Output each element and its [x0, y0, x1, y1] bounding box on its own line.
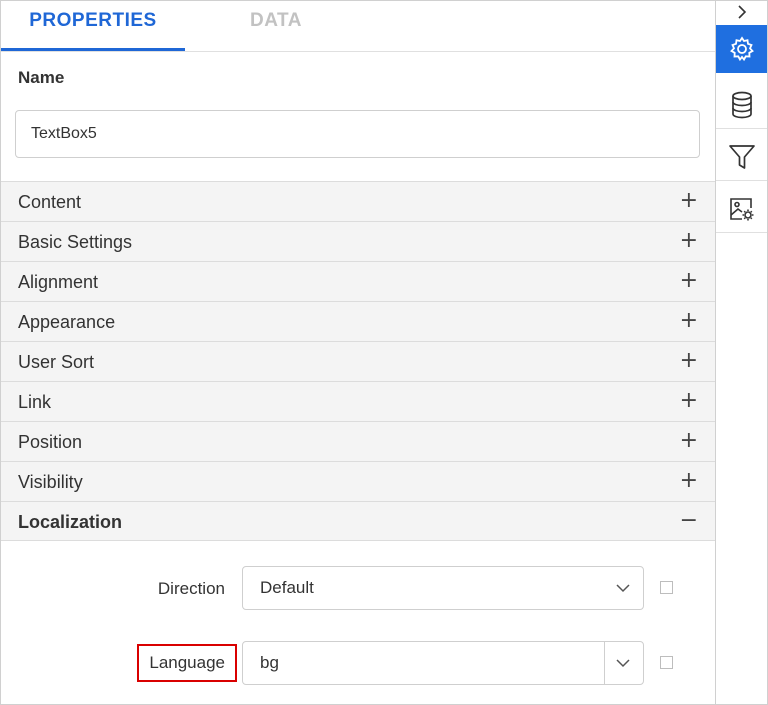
direction-label: Direction: [157, 579, 225, 598]
collapse-panel-button[interactable]: [716, 1, 767, 25]
filter-icon: [729, 144, 755, 169]
chevron-down-icon[interactable]: [615, 655, 631, 671]
name-section: Name TextBox5: [1, 52, 715, 181]
category-localization[interactable]: Localization −: [1, 501, 715, 541]
expand-plus-icon[interactable]: +: [680, 302, 698, 340]
category-label: Visibility: [18, 472, 83, 492]
category-label: Position: [18, 432, 83, 452]
category-visibility[interactable]: Visibility +: [1, 461, 715, 501]
database-icon: [732, 91, 752, 118]
category-label: Appearance: [18, 312, 116, 332]
category-label: Link: [18, 392, 52, 412]
category-position[interactable]: Position +: [1, 421, 715, 461]
category-label: Content: [18, 192, 82, 212]
name-input[interactable]: TextBox5: [15, 110, 700, 158]
expand-plus-icon[interactable]: +: [680, 222, 698, 260]
language-row: Language bg: [1, 641, 715, 689]
category-alignment[interactable]: Alignment +: [1, 261, 715, 301]
tab-properties[interactable]: PROPERTIES: [1, 1, 185, 51]
name-label: Name: [18, 68, 65, 87]
right-toolbar: [715, 1, 767, 704]
language-checkbox[interactable]: [660, 656, 673, 669]
language-combobox[interactable]: bg: [242, 641, 644, 685]
properties-settings-button[interactable]: [716, 25, 767, 73]
direction-row: Direction Default: [1, 566, 715, 614]
chevron-right-icon: [738, 5, 747, 19]
gear-icon: [730, 36, 754, 62]
category-appearance[interactable]: Appearance +: [1, 301, 715, 341]
category-user-sort[interactable]: User Sort +: [1, 341, 715, 381]
expand-plus-icon[interactable]: +: [680, 262, 698, 300]
filter-button[interactable]: [716, 133, 767, 181]
panel-tabs: PROPERTIES DATA: [1, 1, 715, 52]
properties-window: PROPERTIES DATA Name TextBox5 Content + …: [0, 0, 768, 705]
property-categories: Content + Basic Settings + Alignment + A…: [1, 181, 715, 541]
image-settings-button[interactable]: [716, 185, 767, 233]
collapse-minus-icon[interactable]: −: [680, 502, 698, 540]
expand-plus-icon[interactable]: +: [680, 462, 698, 500]
language-label: Language: [137, 644, 237, 682]
category-content[interactable]: Content +: [1, 181, 715, 221]
image-settings-icon: [730, 197, 754, 220]
category-link[interactable]: Link +: [1, 381, 715, 421]
expand-plus-icon[interactable]: +: [680, 422, 698, 460]
chevron-down-icon: [616, 584, 630, 593]
properties-panel: PROPERTIES DATA Name TextBox5 Content + …: [1, 1, 715, 704]
category-label: Basic Settings: [18, 232, 133, 252]
expand-plus-icon[interactable]: +: [680, 342, 698, 380]
category-label: Alignment: [18, 272, 99, 292]
expand-plus-icon[interactable]: +: [680, 182, 698, 220]
language-value[interactable]: bg: [260, 642, 279, 684]
category-basic-settings[interactable]: Basic Settings +: [1, 221, 715, 261]
direction-dropdown[interactable]: Default: [242, 566, 644, 610]
combobox-divider: [604, 642, 605, 684]
direction-checkbox[interactable]: [660, 581, 673, 594]
data-source-button[interactable]: [716, 81, 767, 129]
expand-plus-icon[interactable]: +: [680, 382, 698, 420]
category-label: Localization: [18, 512, 123, 532]
tab-data[interactable]: DATA: [201, 1, 351, 51]
direction-value: Default: [260, 578, 314, 597]
category-label: User Sort: [18, 352, 95, 372]
